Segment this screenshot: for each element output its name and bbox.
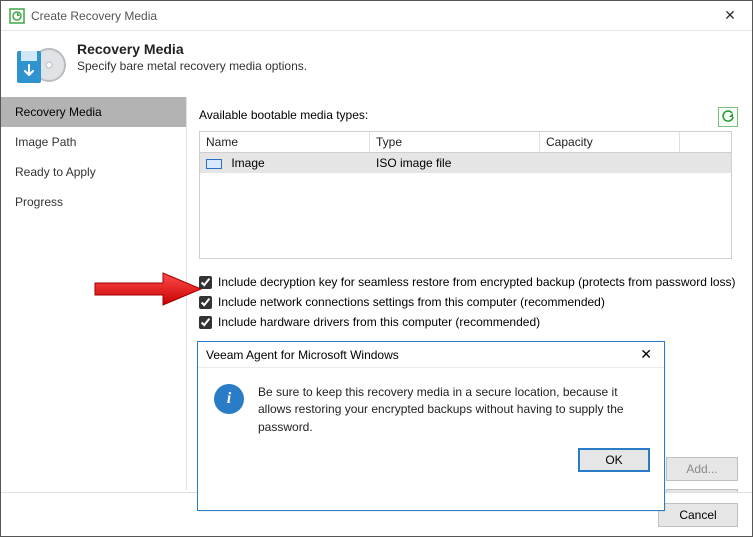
check-label: Include network connections settings fro… <box>218 295 605 309</box>
step-label: Image Path <box>15 135 76 149</box>
col-name[interactable]: Name <box>200 132 370 152</box>
table-header: Name Type Capacity <box>200 132 731 153</box>
step-recovery-media[interactable]: Recovery Media <box>1 97 186 127</box>
step-ready-to-apply[interactable]: Ready to Apply <box>1 157 186 187</box>
info-icon: i <box>214 384 244 414</box>
checkbox-drivers[interactable] <box>199 316 212 329</box>
app-icon <box>9 8 25 24</box>
window-title: Create Recovery Media <box>31 9 157 23</box>
dialog-title: Veeam Agent for Microsoft Windows <box>206 348 399 362</box>
col-type[interactable]: Type <box>370 132 540 152</box>
check-network-settings[interactable]: Include network connections settings fro… <box>199 295 738 309</box>
titlebar: Create Recovery Media ✕ <box>1 1 752 31</box>
options-checkboxes: Include decryption key for seamless rest… <box>199 275 738 329</box>
dialog-titlebar: Veeam Agent for Microsoft Windows ✕ <box>198 342 664 368</box>
checkbox-decrypt[interactable] <box>199 276 212 289</box>
iso-icon <box>206 159 222 169</box>
page-title: Recovery Media <box>77 41 307 57</box>
page-header: Recovery Media Specify bare metal recove… <box>1 31 752 97</box>
close-button[interactable]: ✕ <box>708 1 752 31</box>
col-extra <box>680 132 731 152</box>
step-image-path[interactable]: Image Path <box>1 127 186 157</box>
check-decryption-key[interactable]: Include decryption key for seamless rest… <box>199 275 738 289</box>
table-row[interactable]: Image ISO image file <box>200 153 731 173</box>
checkbox-network[interactable] <box>199 296 212 309</box>
dialog-close-button[interactable]: ✕ <box>636 346 656 363</box>
step-label: Ready to Apply <box>15 165 96 179</box>
check-label: Include hardware drivers from this compu… <box>218 315 540 329</box>
refresh-icon <box>721 110 735 124</box>
check-hardware-drivers[interactable]: Include hardware drivers from this compu… <box>199 315 738 329</box>
add-button[interactable]: Add... <box>666 457 738 481</box>
wizard-steps-sidebar: Recovery Media Image Path Ready to Apply… <box>1 97 187 490</box>
ok-button[interactable]: OK <box>578 448 650 472</box>
step-label: Recovery Media <box>15 105 102 119</box>
row-type: ISO image file <box>370 156 540 170</box>
media-types-label: Available bootable media types: <box>199 108 368 122</box>
page-subtitle: Specify bare metal recovery media option… <box>77 59 307 73</box>
step-label: Progress <box>15 195 63 209</box>
step-progress[interactable]: Progress <box>1 187 186 217</box>
info-dialog: Veeam Agent for Microsoft Windows ✕ i Be… <box>197 341 665 511</box>
media-table: Name Type Capacity Image ISO image file <box>199 131 732 259</box>
refresh-button[interactable] <box>718 107 738 127</box>
recovery-media-icon <box>17 41 63 87</box>
check-label: Include decryption key for seamless rest… <box>218 275 736 289</box>
cancel-button[interactable]: Cancel <box>658 503 738 527</box>
col-capacity[interactable]: Capacity <box>540 132 680 152</box>
row-name: Image <box>231 156 264 170</box>
dialog-message: Be sure to keep this recovery media in a… <box>258 384 638 436</box>
wizard-window: Create Recovery Media ✕ Recovery Media S… <box>0 0 753 537</box>
